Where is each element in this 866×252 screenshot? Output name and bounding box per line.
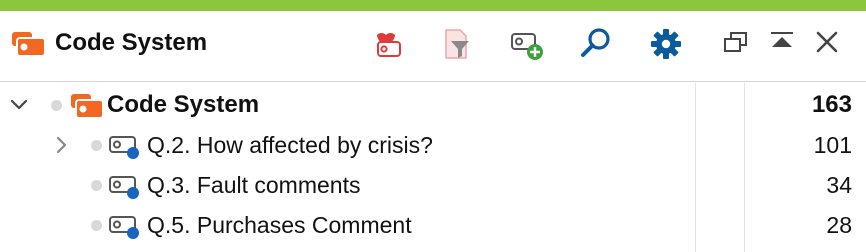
settings-button[interactable] xyxy=(647,25,685,63)
status-dot xyxy=(51,100,62,111)
status-dot xyxy=(91,140,102,151)
search-icon xyxy=(581,28,610,57)
status-dot xyxy=(91,180,102,191)
code-icon xyxy=(109,132,143,160)
code-tree: Code System 163 Q.2. How affected by cri… xyxy=(0,83,866,252)
tree-item-label: Q.5. Purchases Comment xyxy=(147,212,412,238)
panel-title: Code System xyxy=(55,29,208,56)
tree-row[interactable]: Q.2. How affected by crisis? 101 xyxy=(0,125,866,165)
coded-segment-count: 163 xyxy=(811,91,852,118)
coded-segment-count: 28 xyxy=(826,212,852,238)
tree-item-label: Q.2. How affected by crisis? xyxy=(147,132,433,158)
activate-codes-icon xyxy=(377,32,401,57)
accent-bar xyxy=(0,0,866,11)
code-icon xyxy=(109,212,143,240)
status-dot xyxy=(91,220,102,231)
code-icon xyxy=(109,172,143,200)
filter-button[interactable] xyxy=(437,25,475,63)
search-button[interactable] xyxy=(578,25,616,63)
tree-item-label: Code System xyxy=(107,91,260,118)
undock-button[interactable] xyxy=(717,25,755,63)
activate-codes-button[interactable] xyxy=(367,25,405,63)
new-code-button[interactable] xyxy=(508,25,546,63)
chevron-right-icon[interactable] xyxy=(51,135,71,155)
chevron-down-icon[interactable] xyxy=(9,95,29,115)
code-system-icon xyxy=(70,92,104,120)
tree-row-root[interactable]: Code System 163 xyxy=(0,85,866,125)
new-code-icon xyxy=(511,33,543,60)
code-system-icon xyxy=(11,31,47,57)
filter-icon xyxy=(445,29,469,59)
gear-icon xyxy=(651,29,681,59)
collapse-button[interactable] xyxy=(763,25,801,63)
coded-segment-count: 101 xyxy=(813,132,852,158)
tree-item-label: Q.3. Fault comments xyxy=(147,172,361,198)
undock-icon xyxy=(724,32,747,52)
close-button[interactable] xyxy=(808,25,846,63)
tree-row[interactable]: Q.3. Fault comments 34 xyxy=(0,165,866,205)
tree-row[interactable]: Q.5. Purchases Comment 28 xyxy=(0,205,866,245)
panel-header: Code System xyxy=(0,11,866,82)
coded-segment-count: 34 xyxy=(826,172,852,198)
close-icon xyxy=(816,31,838,53)
collapse-icon xyxy=(771,32,793,47)
